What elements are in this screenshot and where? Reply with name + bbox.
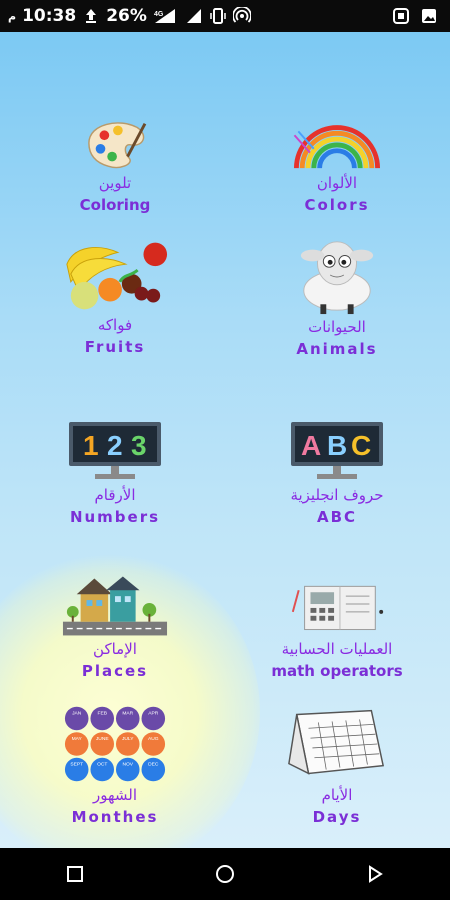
svg-text:4G: 4G [154,11,164,18]
tile-fruits[interactable]: فواكه Fruits [20,234,210,356]
letter-b: B [327,430,347,461]
home-button[interactable] [195,854,255,894]
tile-english-label: Numbers [69,508,161,526]
rainbow-icon [293,125,381,169]
status-bar: م 10:38 26% 4G [0,0,450,32]
digit-1: 1 [83,430,99,461]
square-icon [67,866,83,882]
month-label: AUG [148,736,159,742]
hotspot-icon [232,5,252,25]
month-label: JAN [72,711,82,717]
month-label: FEB [97,711,107,717]
month-circle [115,757,140,782]
month-label: SEPT [70,762,83,768]
month-circle [115,732,140,756]
navigation-bar [0,848,450,900]
digit-2: 2 [107,430,123,461]
numbers-monitor-icon: 1 2 3 [69,422,161,479]
tile-english-label: ABC [316,508,358,526]
tile-english-label: Coloring [79,196,151,214]
tile-english-label: Monthes [71,808,159,826]
tile-arabic-label: الأيام [321,786,353,804]
letter-c: C [351,430,371,461]
month-label: JULY [122,736,134,742]
tile-english-label: Colors [304,196,370,214]
month-label: OCT [97,762,107,768]
tile-arabic-label: الحيوانات [308,318,366,336]
signal-bars-icon [185,7,203,25]
fruits-icon [66,242,168,310]
month-circle [90,732,115,756]
tile-arabic-label: الشهور [92,786,138,804]
tile-english-label: Animals [296,340,378,358]
tile-days[interactable]: الأيام Days [242,704,432,826]
letter-a: A [301,430,321,461]
tile-arabic-label: حروف انجليزية [290,486,384,504]
month-circle [90,757,115,782]
tile-coloring[interactable]: تلوين Coloring [20,114,210,214]
months-calendar-icon: JAN FEB MAR APR MAY JUNE JULY AUG SEPT OCT NOV DEC [64,706,166,782]
tile-arabic-label: الأرقام [94,486,136,504]
month-label: JUNE [96,736,110,742]
tile-english-label: math operators [271,662,403,680]
tile-arabic-label: العمليات الحسابية [281,640,393,658]
status-right [392,7,438,25]
back-button[interactable] [345,854,405,894]
recents-button[interactable] [45,854,105,894]
month-circle [115,706,140,731]
vibrate-icon [209,7,227,25]
desk-calendar-icon [288,709,385,775]
paint-palette-icon [88,122,147,169]
month-circle [141,757,166,782]
tile-animals[interactable]: الحيوانات Animals [242,234,432,358]
month-label: APR [148,711,159,717]
upload-icon [82,7,100,25]
month-circle [141,706,166,731]
tile-arabic-label: فواكه [97,316,133,334]
tile-places[interactable]: الإماكن Places [20,572,210,680]
month-circle [64,706,89,731]
tile-arabic-label: تلوين [98,174,132,192]
status-left: م 10:38 26% 4G [8,5,252,26]
tile-arabic-label: الإماكن [93,640,137,658]
month-circle [64,757,89,782]
month-label: MAR [122,711,133,717]
month-circle [90,706,115,731]
tile-abc[interactable]: A B C حروف انجليزية ABC [242,418,432,526]
battery-percent: 26% [106,6,147,26]
tile-english-label: Days [312,808,362,826]
tile-arabic-label: الألوان [316,174,358,192]
month-label: MAY [72,736,83,742]
tile-months[interactable]: JAN FEB MAR APR MAY JUNE JULY AUG SEPT OCT NOV DEC … [20,704,210,826]
calculator-book-icon [291,585,384,631]
month-label: NOV [122,762,133,768]
month-label: DEC [148,762,159,768]
am-pm-indicator: م [8,9,17,23]
circle-icon [216,865,234,883]
month-circle [64,732,89,756]
screenshot-icon [392,7,410,25]
tile-english-label: Fruits [84,338,146,356]
triangle-play-icon [369,865,383,883]
tile-math-operators[interactable]: العمليات الحسابية math operators [242,572,432,680]
sheep-icon [300,241,374,315]
tile-numbers[interactable]: 1 2 3 الأرقام Numbers [20,418,210,526]
clock-time: 10:38 [22,6,77,26]
month-circle [141,732,166,756]
tile-english-label: Places [81,662,149,680]
app-screen: تلوين Coloring الألوان Colors فواكه Frui… [0,32,450,848]
signal-4g-icon: 4G [153,7,179,25]
image-icon [420,7,438,25]
tile-colors[interactable]: الألوان Colors [242,114,432,214]
houses-icon [62,576,168,636]
digit-3: 3 [131,430,147,461]
abc-monitor-icon: A B C [291,422,383,479]
